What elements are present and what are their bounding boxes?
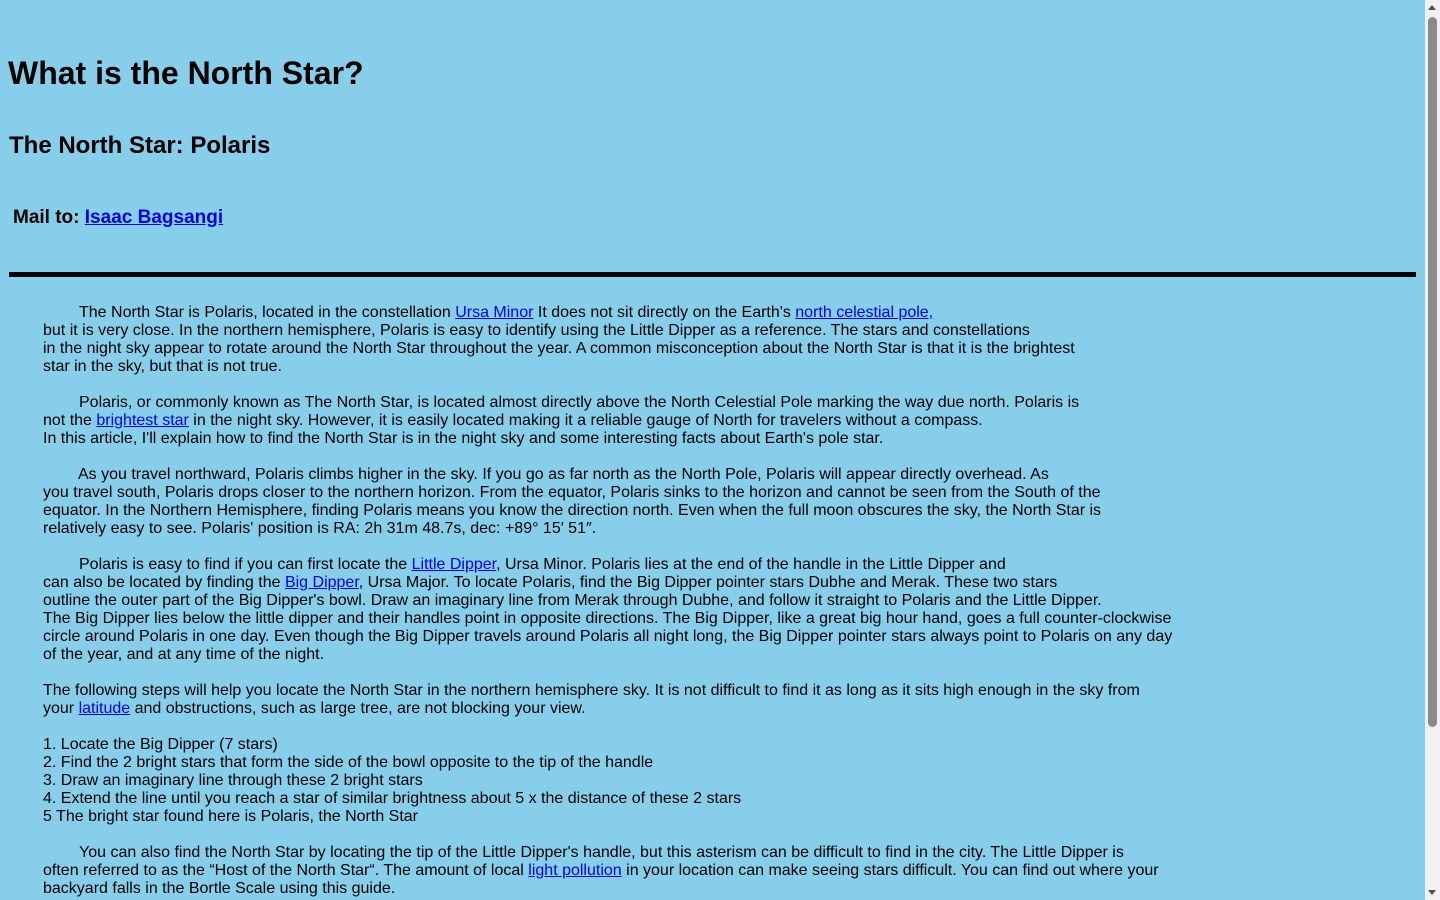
big-dipper-link[interactable]: Big Dipper [285,574,359,591]
article-body: The North Star is Polaris, located in th… [43,304,1183,900]
paragraph-line: in the night sky appear to rotate around… [43,340,1075,357]
list-item: 1. Locate the Big Dipper (7 stars) [43,736,278,753]
paragraph-line: You can also find the North Star by loca… [79,844,1124,861]
paragraph-line: outline the outer part of the Big Dipper… [43,592,1102,609]
text: It does not sit directly on the Earth's [533,304,796,321]
paragraph-line: Polaris is easy to find if you can first… [43,556,1183,574]
scroll-down-arrow-icon[interactable] [1428,890,1436,895]
paragraph-line: often referred to as the “Host of the No… [43,862,1183,880]
page: What is the North Star? The North Star: … [0,0,1425,900]
paragraph-5: The following steps will help you locate… [43,682,1183,718]
north-celestial-pole-link[interactable]: north celestial pole, [795,304,933,321]
list-item: 4. Extend the line until you reach a sta… [43,790,742,807]
paragraph-line: In this article, I'll explain how to fin… [43,430,884,447]
paragraph-line: circle around Polaris in one day. Even t… [43,628,1173,645]
page-title: What is the North Star? [8,55,364,91]
text: , Ursa Minor. Polaris lies at the end of… [496,556,1006,573]
paragraph-line: not the brightest star in the night sky.… [43,412,1183,430]
paragraph-line: star in the sky, but that is not true. [43,358,282,375]
paragraph-line: Polaris, or commonly known as The North … [79,394,1080,411]
text: not the [43,412,97,429]
paragraph-4: Polaris is easy to find if you can first… [43,556,1183,664]
latitude-link[interactable]: latitude [79,700,131,717]
paragraph-line: The following steps will help you locate… [43,682,1140,699]
paragraph-line: can also be located by finding the Big D… [43,574,1183,592]
text: , Ursa Major. To locate Polaris, find th… [358,574,1058,591]
brightest-star-link[interactable]: brightest star [96,412,188,429]
paragraph-1: The North Star is Polaris, located in th… [43,304,1183,376]
text: in your location can make seeing stars d… [621,862,1159,879]
text: can also be located by finding the [43,574,285,591]
list-item: 2. Find the 2 bright stars that form the… [43,754,654,771]
steps-list: 1. Locate the Big Dipper (7 stars) 2. Fi… [43,736,1183,826]
paragraph-line: As you travel northward, Polaris climbs … [78,466,1049,483]
text: often referred to as the “Host of the No… [43,862,529,879]
paragraph-line: The North Star is Polaris, located in th… [43,304,1183,322]
paragraph-line: equator. In the Northern Hemisphere, fin… [43,502,1102,519]
paragraph-line: The Big Dipper lies below the little dip… [43,610,1172,627]
little-dipper-link[interactable]: Little Dipper [412,556,497,573]
divider [9,272,1416,277]
mail-to: Mail to: Isaac Bagsangi [13,206,223,230]
paragraph-3: As you travel northward, Polaris climbs … [43,466,1183,538]
page-subtitle: The North Star: Polaris [9,132,271,159]
text: The North Star is Polaris, located in th… [79,304,456,321]
paragraph-line: but it is very close. In the northern he… [43,322,1030,339]
text: your [43,700,79,717]
paragraph-6: You can also find the North Star by loca… [43,844,1183,898]
mail-label: Mail to: [13,207,80,228]
paragraph-line: backyard falls in the Bortle Scale using… [43,880,396,897]
ursa-minor-link[interactable]: Ursa Minor [455,304,533,321]
scrollbar-thumb[interactable] [1428,17,1437,727]
text: and obstructions, such as large tree, ar… [130,700,586,717]
scroll-up-arrow-icon[interactable] [1428,5,1436,10]
list-item: 3. Draw an imaginary line through these … [43,772,423,789]
paragraph-line: your latitude and obstructions, such as … [43,700,1183,718]
paragraph-line: relatively easy to see. Polaris' positio… [43,520,597,537]
text: Polaris is easy to find if you can first… [79,556,412,573]
list-item: 5 The bright star found here is Polaris,… [43,808,419,825]
paragraph-line: of the year, and at any time of the nigh… [43,646,325,663]
paragraph-2: Polaris, or commonly known as The North … [43,394,1183,448]
mail-link[interactable]: Isaac Bagsangi [85,207,223,228]
text: in the night sky. However, it is easily … [188,412,983,429]
light-pollution-link[interactable]: light pollution [528,862,621,879]
paragraph-line: you travel south, Polaris drops closer t… [43,484,1101,501]
vertical-scrollbar[interactable] [1425,0,1440,900]
